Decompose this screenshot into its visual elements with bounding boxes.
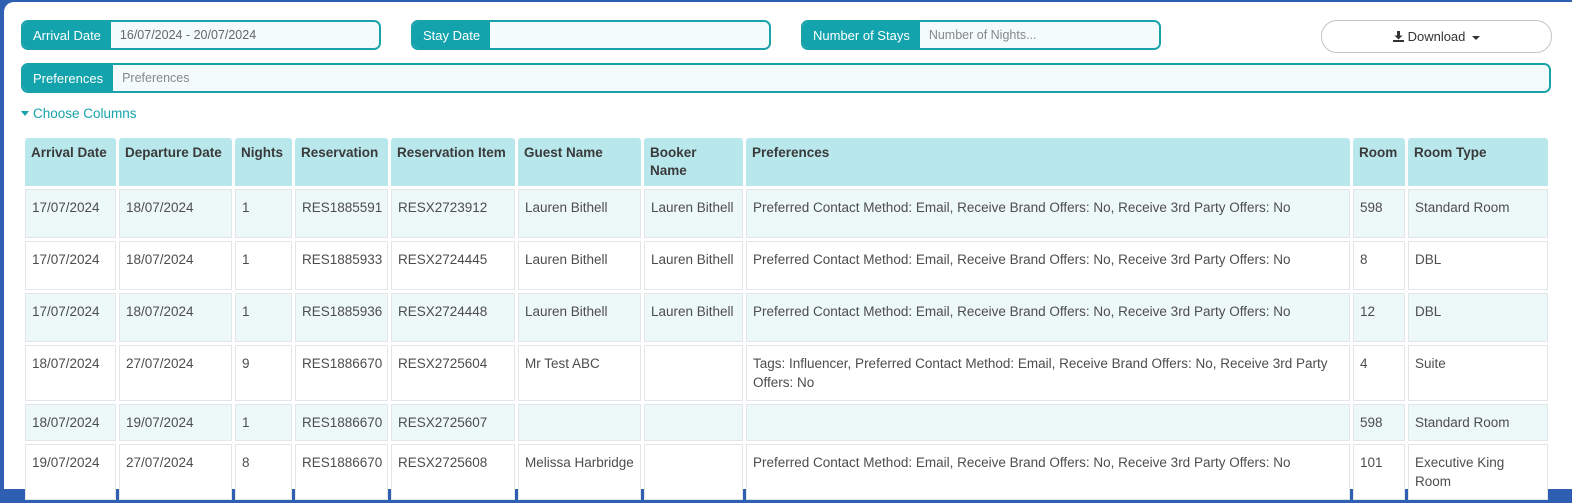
table-cell: 27/07/2024 bbox=[119, 345, 232, 401]
caret-down-icon bbox=[1472, 35, 1481, 40]
table-cell: 27/07/2024 bbox=[119, 444, 232, 500]
table-cell: Preferred Contact Method: Email, Receive… bbox=[746, 444, 1350, 500]
stay-date-input[interactable] bbox=[490, 22, 769, 48]
table-cell: DBL bbox=[1408, 241, 1548, 290]
table-cell: Lauren Bithell bbox=[644, 189, 743, 238]
table-cell: Lauren Bithell bbox=[644, 293, 743, 342]
arrival-date-label: Arrival Date bbox=[23, 22, 111, 48]
column-header[interactable]: Reservation Item bbox=[391, 138, 515, 186]
stay-date-filter: Stay Date bbox=[411, 20, 771, 50]
table-cell: Preferred Contact Method: Email, Receive… bbox=[746, 189, 1350, 238]
table-cell: RESX2725608 bbox=[391, 444, 515, 500]
table-cell: Lauren Bithell bbox=[518, 241, 641, 290]
table-cell: 598 bbox=[1353, 189, 1405, 238]
table-cell: 1 bbox=[235, 189, 292, 238]
table-cell: RESX2724448 bbox=[391, 293, 515, 342]
table-cell: 12 bbox=[1353, 293, 1405, 342]
table-cell: RESX2725607 bbox=[391, 404, 515, 441]
download-button[interactable]: Download bbox=[1321, 20, 1552, 53]
table-cell: Executive King Room bbox=[1408, 444, 1548, 500]
table-cell: RES1885933 bbox=[295, 241, 388, 290]
table-header-row: Arrival Date Departure Date Nights Reser… bbox=[25, 138, 1548, 186]
table-row[interactable]: 17/07/2024 18/07/2024 1 RES1885936 RESX27244… bbox=[25, 293, 1548, 342]
number-of-stays-filter: Number of Stays bbox=[801, 20, 1161, 50]
number-of-stays-label: Number of Stays bbox=[803, 22, 920, 48]
table-cell: 17/07/2024 bbox=[25, 293, 116, 342]
stay-date-label: Stay Date bbox=[413, 22, 491, 48]
table-cell: Preferred Contact Method: Email, Receive… bbox=[746, 241, 1350, 290]
table-cell: 18/07/2024 bbox=[119, 189, 232, 238]
arrival-date-input[interactable] bbox=[110, 22, 379, 48]
choose-columns-label: Choose Columns bbox=[33, 106, 137, 121]
table-cell: Mr Test ABC bbox=[518, 345, 641, 401]
table-cell bbox=[518, 404, 641, 441]
table-cell: 8 bbox=[1353, 241, 1405, 290]
table-cell: RES1886670 bbox=[295, 404, 388, 441]
table-cell bbox=[644, 404, 743, 441]
table-cell: 101 bbox=[1353, 444, 1405, 500]
choose-columns-toggle[interactable]: Choose Columns bbox=[21, 106, 137, 121]
table-cell: Suite bbox=[1408, 345, 1548, 401]
table-cell: DBL bbox=[1408, 293, 1548, 342]
table-cell: 18/07/2024 bbox=[119, 293, 232, 342]
reservations-table: Arrival Date Departure Date Nights Reser… bbox=[22, 135, 1551, 503]
column-header[interactable]: Reservation bbox=[295, 138, 388, 186]
table-row[interactable]: 18/07/2024 19/07/2024 1 RES1886670 RESX27256… bbox=[25, 404, 1548, 441]
table-cell: RESX2725604 bbox=[391, 345, 515, 401]
report-panel: Arrival Date Stay Date Number of Stays D… bbox=[4, 2, 1572, 500]
table-cell: 1 bbox=[235, 404, 292, 441]
column-header[interactable]: Room Type bbox=[1408, 138, 1548, 186]
table-cell: Lauren Bithell bbox=[518, 293, 641, 342]
column-header[interactable]: Nights bbox=[235, 138, 292, 186]
table-cell: Standard Room bbox=[1408, 404, 1548, 441]
download-icon bbox=[1392, 31, 1404, 42]
column-header[interactable]: Arrival Date bbox=[25, 138, 116, 186]
table-cell: Preferred Contact Method: Email, Receive… bbox=[746, 293, 1350, 342]
table-cell: RES1886670 bbox=[295, 345, 388, 401]
table-row[interactable]: 18/07/2024 27/07/2024 9 RES1886670 RESX27256… bbox=[25, 345, 1548, 401]
table-cell: 19/07/2024 bbox=[119, 404, 232, 441]
table-cell: 8 bbox=[235, 444, 292, 500]
table-cell bbox=[746, 404, 1350, 441]
table-cell: 19/07/2024 bbox=[25, 444, 116, 500]
table-cell: 18/07/2024 bbox=[119, 241, 232, 290]
table-cell: RESX2723912 bbox=[391, 189, 515, 238]
table-cell: RES1885936 bbox=[295, 293, 388, 342]
table-row[interactable]: 19/07/2024 27/07/2024 8 RES1886670 RESX27256… bbox=[25, 444, 1548, 500]
column-header[interactable]: Guest Name bbox=[518, 138, 641, 186]
table-cell: Melissa Harbridge bbox=[518, 444, 641, 500]
caret-down-icon bbox=[21, 111, 29, 116]
table-cell: Lauren Bithell bbox=[644, 241, 743, 290]
table-body: 17/07/2024 18/07/2024 1 RES1885591 RESX27239… bbox=[25, 189, 1548, 500]
table-cell: 1 bbox=[235, 293, 292, 342]
column-header[interactable]: Room bbox=[1353, 138, 1405, 186]
table-cell: 4 bbox=[1353, 345, 1405, 401]
table-cell: 18/07/2024 bbox=[25, 404, 116, 441]
table-cell: 9 bbox=[235, 345, 292, 401]
table-cell: RES1885591 bbox=[295, 189, 388, 238]
column-header[interactable]: Booker Name bbox=[644, 138, 743, 186]
preferences-filter: Preferences bbox=[21, 63, 1551, 93]
table-row[interactable]: 17/07/2024 18/07/2024 1 RES1885933 RESX27244… bbox=[25, 241, 1548, 290]
column-header[interactable]: Departure Date bbox=[119, 138, 232, 186]
table-row[interactable]: 17/07/2024 18/07/2024 1 RES1885591 RESX27239… bbox=[25, 189, 1548, 238]
table-cell: RESX2724445 bbox=[391, 241, 515, 290]
table-cell: RES1886670 bbox=[295, 444, 388, 500]
table-cell: Tags: Influencer, Preferred Contact Meth… bbox=[746, 345, 1350, 401]
number-of-nights-input[interactable] bbox=[919, 22, 1159, 48]
table-cell: 18/07/2024 bbox=[25, 345, 116, 401]
download-label: Download bbox=[1407, 29, 1466, 44]
preferences-label: Preferences bbox=[23, 65, 114, 91]
table-cell: Standard Room bbox=[1408, 189, 1548, 238]
table-cell: 17/07/2024 bbox=[25, 241, 116, 290]
table-cell: 1 bbox=[235, 241, 292, 290]
column-header[interactable]: Preferences bbox=[746, 138, 1350, 186]
table-cell: 17/07/2024 bbox=[25, 189, 116, 238]
table-cell bbox=[644, 444, 743, 500]
table-cell bbox=[644, 345, 743, 401]
arrival-date-filter: Arrival Date bbox=[21, 20, 381, 50]
table-cell: 598 bbox=[1353, 404, 1405, 441]
preferences-input[interactable] bbox=[113, 65, 1549, 91]
table-cell: Lauren Bithell bbox=[518, 189, 641, 238]
